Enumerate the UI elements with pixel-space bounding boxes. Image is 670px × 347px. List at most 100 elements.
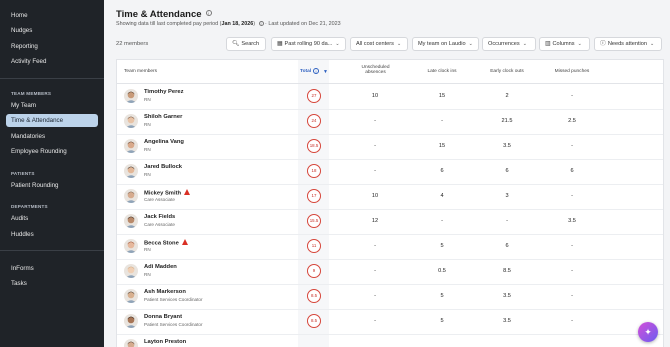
columns-icon: ▥ bbox=[545, 41, 551, 47]
table-row[interactable]: Adi Madden RN 9 - 0.5 8.5 - bbox=[117, 260, 663, 285]
cell-early-clock-outs: - bbox=[506, 218, 508, 224]
cell-missed-punches: - bbox=[571, 318, 573, 324]
assistant-button[interactable]: ✦ bbox=[638, 322, 658, 342]
cell-unscheduled: 10 bbox=[371, 93, 379, 99]
team-filter-dropdown[interactable]: My team on Laudio ⌄ bbox=[412, 37, 479, 51]
avatar bbox=[124, 189, 138, 203]
table-row[interactable]: Mickey Smith Care Associate 17 10 4 3 - bbox=[117, 185, 663, 210]
member-name[interactable]: Timothy Perez bbox=[144, 89, 184, 95]
sidebar-item-time-attendance[interactable]: Time & Attendance bbox=[6, 114, 98, 127]
sidebar-item-mandatories[interactable]: Mandatories bbox=[6, 130, 98, 143]
sort-descending-icon[interactable]: ▼ bbox=[323, 69, 328, 75]
table-row[interactable]: Jared Bullock RN 18 - 6 6 6 bbox=[117, 160, 663, 185]
sidebar-item-huddles[interactable]: Huddles bbox=[6, 228, 98, 241]
sidebar-item-tasks[interactable]: Tasks bbox=[6, 277, 98, 290]
member-name[interactable]: Adi Madden bbox=[144, 264, 177, 270]
columns-dropdown[interactable]: ▥ Columns ⌄ bbox=[539, 37, 590, 51]
search-button[interactable]: 🔍︎ Search bbox=[226, 37, 266, 51]
occurrences-dropdown[interactable]: Occurrences ⌄ bbox=[482, 37, 536, 51]
chevron-down-icon: ⌄ bbox=[468, 41, 473, 47]
scrollbar[interactable] bbox=[663, 144, 664, 274]
table-row[interactable]: Ash Markerson Patient Services Coordinato… bbox=[117, 285, 663, 310]
total-score-badge: 24 bbox=[307, 114, 321, 128]
sidebar-item-reporting[interactable]: Reporting bbox=[6, 40, 98, 53]
date-range-dropdown[interactable]: ▦ Past rolling 90 da... ⌄ bbox=[271, 37, 346, 51]
member-name[interactable]: Donna Bryant bbox=[144, 314, 182, 320]
column-header-early-clock-outs[interactable]: Early clock outs bbox=[481, 69, 533, 74]
member-name[interactable]: Becca Stone bbox=[144, 239, 188, 247]
member-name-text: Angelina Vang bbox=[144, 139, 184, 145]
table-row[interactable]: Becca Stone RN 11 - 5 6 - bbox=[117, 235, 663, 260]
cell-early-clock-outs: 6 bbox=[505, 243, 509, 249]
sidebar-divider bbox=[0, 78, 104, 79]
avatar bbox=[124, 89, 138, 103]
sidebar-section-patients: PATIENTS bbox=[11, 171, 35, 176]
table-row[interactable]: Timothy Perez RN 27 10 15 2 - bbox=[117, 85, 663, 110]
sidebar-item-activity-feed[interactable]: Activity Feed bbox=[6, 55, 98, 68]
sidebar-item-employee-rounding[interactable]: Employee Rounding bbox=[6, 145, 98, 158]
member-name[interactable]: Shiloh Garner bbox=[144, 114, 182, 120]
cell-early-clock-outs: 3.5 bbox=[503, 143, 511, 149]
cell-missed-punches: - bbox=[571, 193, 573, 199]
avatar bbox=[124, 339, 138, 347]
cell-missed-punches: - bbox=[571, 93, 573, 99]
cell-late-clock-ins: 15 bbox=[438, 93, 446, 99]
subtitle-paren: ) bbox=[253, 21, 256, 27]
member-name[interactable]: Mickey Smith bbox=[144, 189, 191, 197]
cell-missed-punches: 2.5 bbox=[568, 118, 576, 124]
member-role: RN bbox=[144, 172, 151, 177]
avatar bbox=[124, 214, 138, 228]
cost-centers-label: All cost centers bbox=[356, 41, 394, 47]
sidebar-item-home[interactable]: Home bbox=[6, 9, 98, 22]
table-row[interactable]: Jack Fields Care Associate 15.5 12 - - 3.5 bbox=[117, 210, 663, 235]
member-role: RN bbox=[144, 272, 151, 277]
total-score-badge: 8.5 bbox=[307, 289, 321, 303]
info-icon[interactable]: i bbox=[205, 10, 212, 16]
total-score-badge: 8.5 bbox=[307, 314, 321, 328]
needs-attention-dropdown[interactable]: ⓘ Needs attention ⌄ bbox=[594, 37, 662, 51]
last-updated: · Last updated on Dec 21, 2023 bbox=[263, 21, 341, 27]
total-score-badge: 18.5 bbox=[307, 139, 321, 153]
sidebar-item-informs[interactable]: InForms bbox=[6, 262, 98, 275]
member-role: RN bbox=[144, 97, 151, 102]
table-row[interactable]: Angelina Vang RN 18.5 - 15 3.5 - bbox=[117, 135, 663, 160]
member-name-text: Jack Fields bbox=[144, 214, 176, 220]
cell-early-clock-outs: 8.5 bbox=[503, 268, 511, 274]
table-row[interactable]: Donna Bryant Patient Services Coordinator… bbox=[117, 310, 663, 335]
sidebar-item-patient-rounding[interactable]: Patient Rounding bbox=[6, 179, 98, 192]
column-header-late-clock-ins[interactable]: Late clock ins bbox=[417, 69, 467, 74]
member-name-text: Donna Bryant bbox=[144, 314, 183, 320]
calendar-icon: ▦ bbox=[277, 41, 283, 47]
column-header-unscheduled[interactable]: Unscheduled absences bbox=[353, 65, 398, 75]
member-name[interactable]: Ash Markerson bbox=[144, 289, 186, 295]
column-header-team-members[interactable]: Team members bbox=[124, 69, 157, 74]
members-count: 22 members bbox=[116, 41, 149, 47]
cell-late-clock-ins: 15 bbox=[438, 143, 446, 149]
page-subtitle: Showing data till last completed pay per… bbox=[116, 21, 341, 27]
cost-centers-dropdown[interactable]: All cost centers ⌄ bbox=[350, 37, 408, 51]
table-row[interactable]: Layton Preston bbox=[117, 335, 663, 347]
member-name[interactable]: Jack Fields bbox=[144, 214, 175, 220]
member-name[interactable]: Layton Preston bbox=[144, 339, 186, 345]
member-name-text: Ash Markerson bbox=[144, 289, 186, 295]
column-header-missed-punches[interactable]: Missed punches bbox=[545, 69, 599, 74]
cell-unscheduled: - bbox=[374, 268, 376, 274]
member-name-text: Mickey Smith bbox=[144, 190, 182, 197]
table-row[interactable]: Shiloh Garner RN 24 - - 21.5 2.5 bbox=[117, 110, 663, 135]
info-icon[interactable]: i bbox=[313, 68, 319, 74]
sidebar-item-audits[interactable]: Audits bbox=[6, 212, 98, 225]
needs-attention-label: Needs attention bbox=[607, 41, 647, 47]
member-name-text: Jared Bullock bbox=[144, 164, 183, 170]
chevron-down-icon: ⌄ bbox=[577, 41, 582, 47]
member-name[interactable]: Jared Bullock bbox=[144, 164, 182, 170]
sidebar-item-nudges[interactable]: Nudges bbox=[6, 24, 98, 37]
member-role: RN bbox=[144, 147, 151, 152]
column-header-total[interactable]: Total bbox=[300, 69, 311, 74]
cell-early-clock-outs: 3 bbox=[505, 193, 509, 199]
member-role: Patient Services Coordinator bbox=[144, 297, 203, 302]
avatar bbox=[124, 139, 138, 153]
search-label: Search bbox=[241, 41, 260, 47]
cell-unscheduled: 12 bbox=[371, 218, 379, 224]
member-name[interactable]: Angelina Vang bbox=[144, 139, 184, 145]
sidebar-item-my-team[interactable]: My Team bbox=[6, 99, 98, 112]
